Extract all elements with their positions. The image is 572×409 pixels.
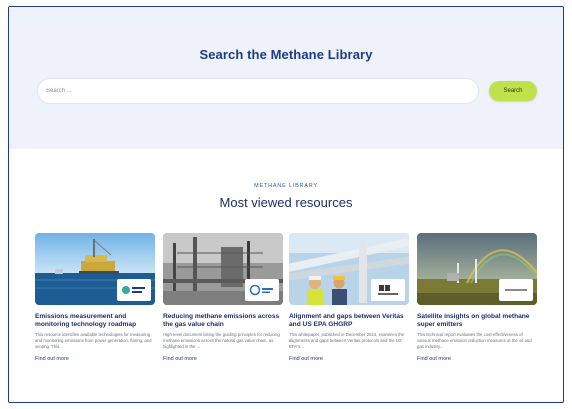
section-eyebrow: METHANE LIBRARY <box>254 183 318 189</box>
resource-card[interactable]: Alignment and gaps between Veritas and U… <box>289 233 409 383</box>
resource-card[interactable]: Reducing methane emissions across the ga… <box>163 233 283 383</box>
search-hero: Search the Methane Library Search <box>9 7 563 149</box>
find-out-more-link[interactable]: Find out more <box>35 356 155 362</box>
workers-pipes-image[interactable] <box>289 233 409 305</box>
search-bar <box>37 78 479 104</box>
card-description: This whitepaper, published in December 2… <box>289 332 405 349</box>
resource-card[interactable]: Emissions measurement and monitoring tec… <box>35 233 155 383</box>
card-description: This technical report evaluates the cost… <box>417 332 532 349</box>
find-out-more-link[interactable]: Find out more <box>163 356 283 362</box>
search-input[interactable] <box>38 79 478 103</box>
partner-logo <box>371 279 405 301</box>
partner-logo <box>117 279 151 301</box>
partner-logo <box>245 279 279 301</box>
partner-logo <box>499 279 533 301</box>
resource-cards: Emissions measurement and monitoring tec… <box>35 233 541 383</box>
card-description: High-level document listing the guiding … <box>163 332 280 349</box>
page-frame: Search the Methane Library Search METHAN… <box>8 6 564 403</box>
rainbow-field-image[interactable] <box>417 233 537 305</box>
search-button[interactable]: Search <box>489 81 537 101</box>
card-title: Satellite insights on global methane sup… <box>417 313 530 328</box>
card-description: This resource identifies available techn… <box>35 332 152 349</box>
hero-title: Search the Methane Library <box>199 47 373 62</box>
card-title: Emissions measurement and monitoring tec… <box>35 313 137 328</box>
card-title: Alignment and gaps between Veritas and U… <box>289 313 404 328</box>
card-title: Reducing methane emissions across the ga… <box>163 313 280 328</box>
section-title: Most viewed resources <box>219 195 353 210</box>
resource-card[interactable]: Satellite insights on global methane sup… <box>417 233 537 383</box>
find-out-more-link[interactable]: Find out more <box>417 356 537 362</box>
gas-facility-image[interactable] <box>163 233 283 305</box>
find-out-more-link[interactable]: Find out more <box>289 356 409 362</box>
offshore-platform-image[interactable] <box>35 233 155 305</box>
